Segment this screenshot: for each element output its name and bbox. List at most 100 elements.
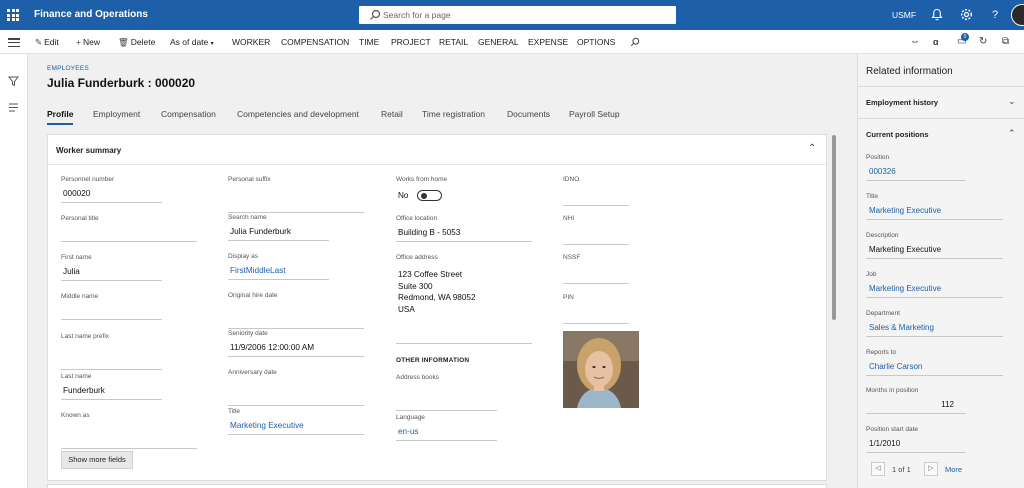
employment-history-section[interactable]: Employment history ⌄ bbox=[858, 86, 1024, 116]
gear-icon[interactable] bbox=[959, 8, 973, 22]
display-as-field[interactable]: Display as FirstMiddleLast bbox=[228, 253, 329, 280]
address-line: Redmond, WA 98052 bbox=[398, 293, 476, 302]
tab-profile[interactable]: Profile bbox=[47, 109, 74, 125]
delete-button[interactable]: 🗑 Delete bbox=[118, 37, 155, 48]
top-navigation-bar: Finance and Operations Search for a page… bbox=[0, 0, 1024, 30]
personnel-number-field[interactable]: Personnel number 000020 bbox=[61, 176, 162, 203]
search-icon bbox=[370, 9, 381, 20]
address-line: 123 Coffee Street bbox=[398, 270, 463, 279]
office-location-field[interactable]: Office location Building B - 5053 bbox=[396, 215, 532, 242]
anniversary-date-field[interactable]: Anniversary date bbox=[228, 369, 364, 406]
pencil-icon: ✎ bbox=[35, 37, 43, 47]
attachment-count-badge: 0 bbox=[961, 33, 969, 41]
related-information-pane: Related information Employment history ⌄… bbox=[857, 54, 1024, 488]
retail-tab[interactable]: RETAIL bbox=[439, 37, 468, 47]
worker-summary-header[interactable]: Worker summary ⌃ bbox=[48, 135, 828, 165]
tab-documents[interactable]: Documents bbox=[507, 109, 550, 119]
tab-payroll-setup[interactable]: Payroll Setup bbox=[569, 109, 620, 119]
pin-field[interactable]: PIN bbox=[563, 294, 629, 324]
next-page-button[interactable]: ▷ bbox=[924, 462, 938, 476]
time-tab[interactable]: TIME bbox=[359, 37, 379, 47]
link-icon[interactable]: ⇔ bbox=[910, 36, 920, 47]
tab-time-registration[interactable]: Time registration bbox=[422, 109, 485, 119]
middle-name-field[interactable]: Middle name bbox=[61, 293, 162, 320]
project-tab[interactable]: PROJECT bbox=[391, 37, 431, 47]
title-related-field[interactable]: Title Marketing Executive bbox=[866, 193, 1003, 220]
address-line: Suite 300 bbox=[398, 281, 433, 291]
tab-retail[interactable]: Retail bbox=[381, 109, 403, 119]
new-button[interactable]: + New bbox=[76, 37, 100, 47]
office-address-value: 123 Coffee Street Suite 300 Redmond, WA … bbox=[396, 264, 532, 344]
as-of-date-button[interactable]: As of date ▾ bbox=[170, 37, 214, 47]
position-start-date-field[interactable]: Position start date 1/1/2010 bbox=[866, 426, 966, 453]
action-search-icon[interactable] bbox=[630, 37, 640, 49]
original-hire-date-field[interactable]: Original hire date bbox=[228, 292, 364, 329]
previous-page-button[interactable]: ◁ bbox=[871, 462, 885, 476]
office-icon[interactable]: ɑ bbox=[933, 37, 939, 47]
department-field[interactable]: Department Sales & Marketing bbox=[866, 310, 1003, 337]
works-from-home-toggle[interactable] bbox=[417, 190, 442, 201]
plus-icon: + bbox=[76, 37, 81, 47]
language-field[interactable]: Language en-us bbox=[396, 414, 497, 441]
other-information-heading: OTHER INFORMATION bbox=[396, 357, 470, 364]
app-title[interactable]: Finance and Operations bbox=[34, 9, 148, 20]
nhi-field[interactable]: NHI bbox=[563, 215, 629, 245]
worker-tab[interactable]: WORKER bbox=[232, 37, 270, 47]
chevron-down-icon: ⌄ bbox=[1008, 96, 1016, 106]
position-field[interactable]: Position 000326 bbox=[866, 154, 966, 181]
compensation-tab[interactable]: COMPENSATION bbox=[281, 37, 349, 47]
last-name-field[interactable]: Last name Funderburk bbox=[61, 373, 162, 400]
show-more-fields-button[interactable]: Show more fields bbox=[61, 451, 133, 469]
help-icon[interactable]: ? bbox=[988, 8, 1002, 22]
reports-to-field[interactable]: Reports to Charlie Carson bbox=[866, 349, 1003, 376]
last-name-prefix-field[interactable]: Last name prefix bbox=[61, 333, 162, 370]
chevron-up-icon: ⌃ bbox=[1008, 128, 1016, 138]
description-field[interactable]: Description Marketing Executive bbox=[866, 232, 1003, 259]
edit-button[interactable]: ✎ Edit bbox=[35, 37, 59, 48]
user-avatar[interactable] bbox=[1011, 4, 1024, 26]
related-information-title: Related information bbox=[866, 66, 953, 77]
filter-icon[interactable] bbox=[7, 76, 20, 88]
address-books-field[interactable]: Address books bbox=[396, 374, 497, 411]
idno-field[interactable]: IDNO bbox=[563, 176, 629, 206]
seniority-date-field[interactable]: Seniority date 11/9/2006 12:00:00 AM bbox=[228, 330, 364, 357]
search-input[interactable]: Search for a page bbox=[359, 6, 676, 24]
general-tab[interactable]: GENERAL bbox=[478, 37, 519, 47]
employee-photo[interactable] bbox=[563, 331, 639, 408]
list-icon[interactable] bbox=[8, 102, 20, 114]
nssf-field[interactable]: NSSF bbox=[563, 254, 629, 284]
works-from-home-field: Works from home bbox=[396, 176, 448, 183]
first-name-field[interactable]: First name Julia bbox=[61, 254, 162, 281]
left-rail bbox=[0, 54, 28, 488]
personal-title-field[interactable]: Personal title bbox=[61, 215, 197, 242]
vertical-scrollbar[interactable] bbox=[832, 135, 836, 320]
company-picker[interactable]: USMF bbox=[892, 10, 916, 20]
more-link[interactable]: More bbox=[945, 465, 962, 474]
pager-text: 1 of 1 bbox=[892, 465, 911, 474]
expense-tab[interactable]: EXPENSE bbox=[528, 37, 568, 47]
action-pane: ✎ Edit + New 🗑 Delete As of date ▾ WORKER C… bbox=[0, 30, 1024, 54]
tab-compensation[interactable]: Compensation bbox=[161, 109, 216, 119]
waffle-icon[interactable] bbox=[7, 9, 19, 21]
known-as-field[interactable]: Known as bbox=[61, 412, 197, 449]
chevron-up-icon[interactable]: ⌃ bbox=[808, 143, 816, 154]
months-in-position-field[interactable]: Months in position 112 bbox=[866, 387, 966, 414]
worker-summary-title: Worker summary bbox=[56, 146, 122, 155]
hamburger-icon[interactable] bbox=[8, 38, 20, 48]
personal-suffix-field[interactable]: Personal suffix bbox=[228, 176, 364, 213]
job-field[interactable]: Job Marketing Executive bbox=[866, 271, 1003, 298]
refresh-icon[interactable]: ↻ bbox=[979, 36, 987, 47]
next-card-edge bbox=[47, 484, 827, 488]
search-placeholder: Search for a page bbox=[383, 10, 451, 20]
bell-icon[interactable] bbox=[930, 8, 944, 22]
open-new-window-icon[interactable]: ⧉ bbox=[1002, 36, 1009, 47]
title-field[interactable]: Title Marketing Executive bbox=[228, 408, 364, 435]
options-tab[interactable]: OPTIONS bbox=[577, 37, 615, 47]
attachments-icon[interactable]: ▭ 0 bbox=[957, 33, 969, 47]
current-positions-section[interactable]: Current positions ⌃ bbox=[858, 118, 1024, 148]
tab-employment[interactable]: Employment bbox=[93, 109, 140, 119]
breadcrumb[interactable]: EMPLOYEES bbox=[47, 65, 89, 72]
office-address-field[interactable]: Office address 123 Coffee Street Suite 3… bbox=[396, 254, 532, 344]
tab-competencies[interactable]: Competencies and development bbox=[237, 109, 359, 119]
search-name-field[interactable]: Search name Julia Funderburk bbox=[228, 214, 329, 241]
